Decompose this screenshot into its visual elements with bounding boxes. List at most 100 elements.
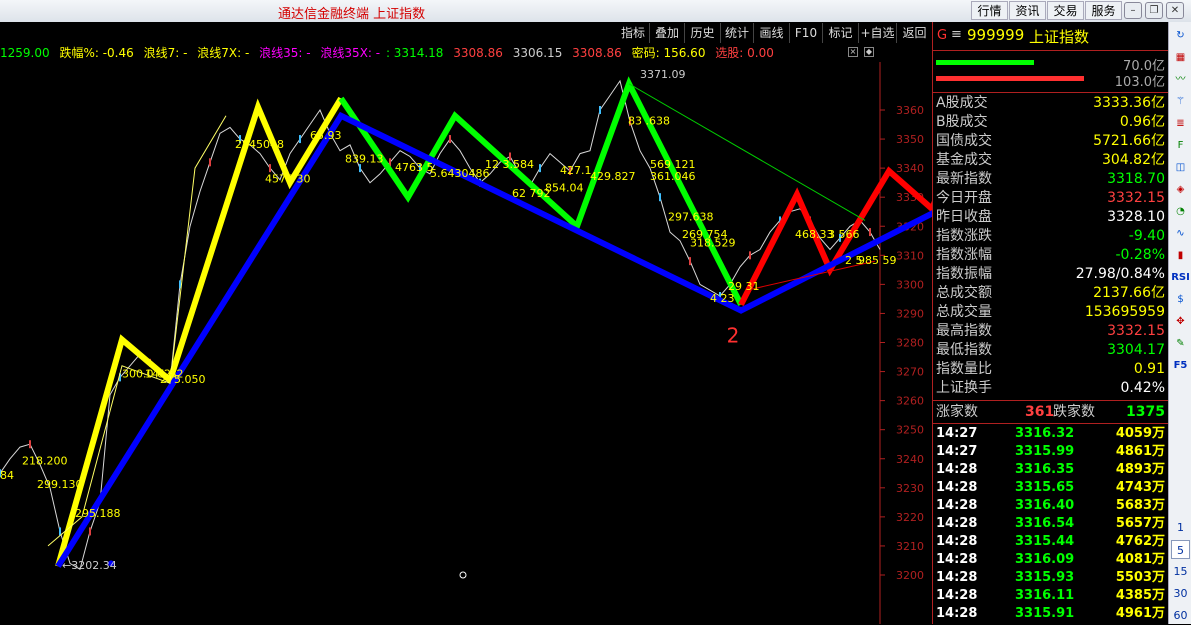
quote-row: 国债成交 5721.66亿 (933, 132, 1169, 151)
tick-row: 14:28 3316.54 5657万 (933, 515, 1169, 533)
candle-mark (269, 164, 271, 173)
wave-value-label: 3371.09 (640, 68, 686, 81)
period-button[interactable]: 15 (1171, 562, 1190, 581)
quote-row-label: 上证换手 (936, 380, 992, 396)
restore-icon[interactable]: ❐ (1145, 2, 1163, 19)
tick-price: 3315.99 (1015, 444, 1075, 459)
news-button[interactable]: 资讯 (1009, 1, 1046, 20)
down-count-label: 跌家数 (1053, 404, 1095, 420)
candle-icon[interactable]: ⚚ (1171, 92, 1190, 111)
quote-row: 最低指数 3304.17 (933, 341, 1169, 360)
web-icon[interactable]: ◈ (1171, 180, 1190, 199)
y-tick-label: 3240 (896, 453, 924, 466)
close-icon[interactable]: ✕ (1166, 2, 1184, 19)
indicator-close-icon[interactable]: × (848, 47, 858, 57)
toolbar-draw[interactable]: 画线 (754, 23, 790, 43)
wave-value-label: 12 3.584 (485, 158, 534, 171)
wave-value-label: 83 .638 (628, 115, 670, 128)
list-icon[interactable]: ≣ (1171, 114, 1190, 133)
f10-icon[interactable]: F (1171, 136, 1190, 155)
tick-price: 3316.35 (1015, 462, 1075, 477)
tick-time: 14:28 (936, 570, 978, 585)
period-button[interactable]: 1 (1171, 518, 1190, 537)
quote-row-label: 昨日收盘 (936, 209, 992, 225)
tick-price: 3316.32 (1015, 426, 1075, 441)
quote-row-label: 总成交量 (936, 304, 992, 320)
market-button[interactable]: 行情 (971, 1, 1008, 20)
pen-icon[interactable]: ✎ (1171, 334, 1190, 353)
quote-row: 指数量比 0.91 (933, 360, 1169, 379)
tick-price: 3315.65 (1015, 480, 1075, 495)
quote-row-value: 27.98/0.84% (1075, 266, 1165, 282)
toolbar-overlay[interactable]: 叠加 (650, 23, 685, 43)
down-volume-bar (936, 76, 1084, 81)
flow-icon[interactable]: ∿ (1171, 224, 1190, 243)
y-tick-label: 3210 (896, 540, 924, 553)
breadth-row: 涨家数 361 跌家数 1375 (933, 400, 1169, 424)
tick-row: 14:28 3316.11 4385万 (933, 587, 1169, 605)
quote-row-label: 最新指数 (936, 171, 992, 187)
up-count: 361 (1025, 404, 1055, 420)
quote-row-label: 国债成交 (936, 133, 992, 149)
y-tick-label: 3230 (896, 482, 924, 495)
tick-time: 14:28 (936, 606, 978, 621)
tick-price: 3315.91 (1015, 606, 1075, 621)
toolbar-history[interactable]: 历史 (685, 23, 721, 43)
quote-row-label: 今日开盘 (936, 190, 992, 206)
bar-icon[interactable]: ▮ (1171, 246, 1190, 265)
period-button[interactable]: 5 (1171, 540, 1190, 559)
y-tick-label: 3340 (896, 162, 924, 175)
candle-mark (539, 164, 541, 173)
y-tick-label: 3270 (896, 366, 924, 379)
period-button[interactable]: 30 (1171, 584, 1190, 603)
cross-icon[interactable]: ✥ (1171, 312, 1190, 331)
quote-row-label: 最高指数 (936, 323, 992, 339)
tick-time: 14:28 (936, 552, 978, 567)
indicator-value: 3308.86 (572, 46, 622, 60)
grid-icon[interactable]: ▦ (1171, 48, 1190, 67)
service-button[interactable]: 服务 (1085, 1, 1122, 20)
wave-value-label: 297.638 (668, 210, 714, 223)
toolbar-f10[interactable]: F10 (790, 23, 823, 43)
candle-mark (869, 228, 871, 237)
fundamental-icon[interactable]: ◫ (1171, 158, 1190, 177)
dollar-icon[interactable]: $ (1171, 290, 1190, 309)
rsi-icon[interactable]: RSI (1171, 268, 1190, 287)
candle-mark (89, 527, 91, 536)
quote-row: 总成交额 2137.66亿 (933, 284, 1169, 303)
indicator-line: 1259.00 跌幅%: -0.46 浪线7: - 浪线7X: - 浪线35: … (0, 44, 874, 62)
trade-button[interactable]: 交易 (1047, 1, 1084, 20)
stock-code: 999999 (967, 26, 1025, 44)
cursor-marker (459, 571, 467, 579)
toolbar-add-watchlist[interactable]: +自选 (859, 23, 897, 43)
wave-value-label: 299.130 (37, 478, 83, 491)
chart-icon[interactable]: 〰 (1171, 70, 1190, 89)
toolbar-mark[interactable]: 标记 (823, 23, 859, 43)
y-tick-label: 3360 (896, 104, 924, 117)
period-button[interactable]: 60 (1171, 606, 1190, 625)
quote-row-label: 指数涨幅 (936, 247, 992, 263)
quote-row-value: 3332.15 (1107, 323, 1165, 339)
tick-row: 14:28 3315.44 4762万 (933, 533, 1169, 551)
tick-time: 14:28 (936, 462, 978, 477)
tick-price: 3316.54 (1015, 516, 1075, 531)
minimize-icon[interactable]: – (1124, 2, 1142, 19)
f5-icon[interactable]: F5 (1171, 356, 1190, 375)
menu-icon[interactable]: ≡ (951, 27, 962, 42)
indicator-settings-icon[interactable]: ◆ (864, 47, 874, 57)
wave-value-label: ←3202.34 (62, 559, 117, 572)
pie-icon[interactable]: ◔ (1171, 202, 1190, 221)
wave-value-label: 29 31 (728, 280, 760, 293)
toolbar-stats[interactable]: 统计 (721, 23, 754, 43)
toolbar-indicator[interactable]: 指标 (617, 23, 650, 43)
indicator-value: 1259.00 (0, 46, 50, 60)
down-count: 1375 (1126, 404, 1165, 420)
refresh-icon[interactable]: ↻ (1171, 26, 1190, 45)
toolbar-back[interactable]: 返回 (897, 23, 932, 43)
quote-row-label: 最低指数 (936, 342, 992, 358)
quote-row-value: 153695959 (1084, 304, 1165, 320)
tick-vol: 4961万 (1115, 606, 1165, 621)
quote-row-value: 2137.66亿 (1093, 285, 1165, 301)
down-volume-label: 103.0亿 (1114, 75, 1165, 90)
tick-vol: 4861万 (1115, 444, 1165, 459)
